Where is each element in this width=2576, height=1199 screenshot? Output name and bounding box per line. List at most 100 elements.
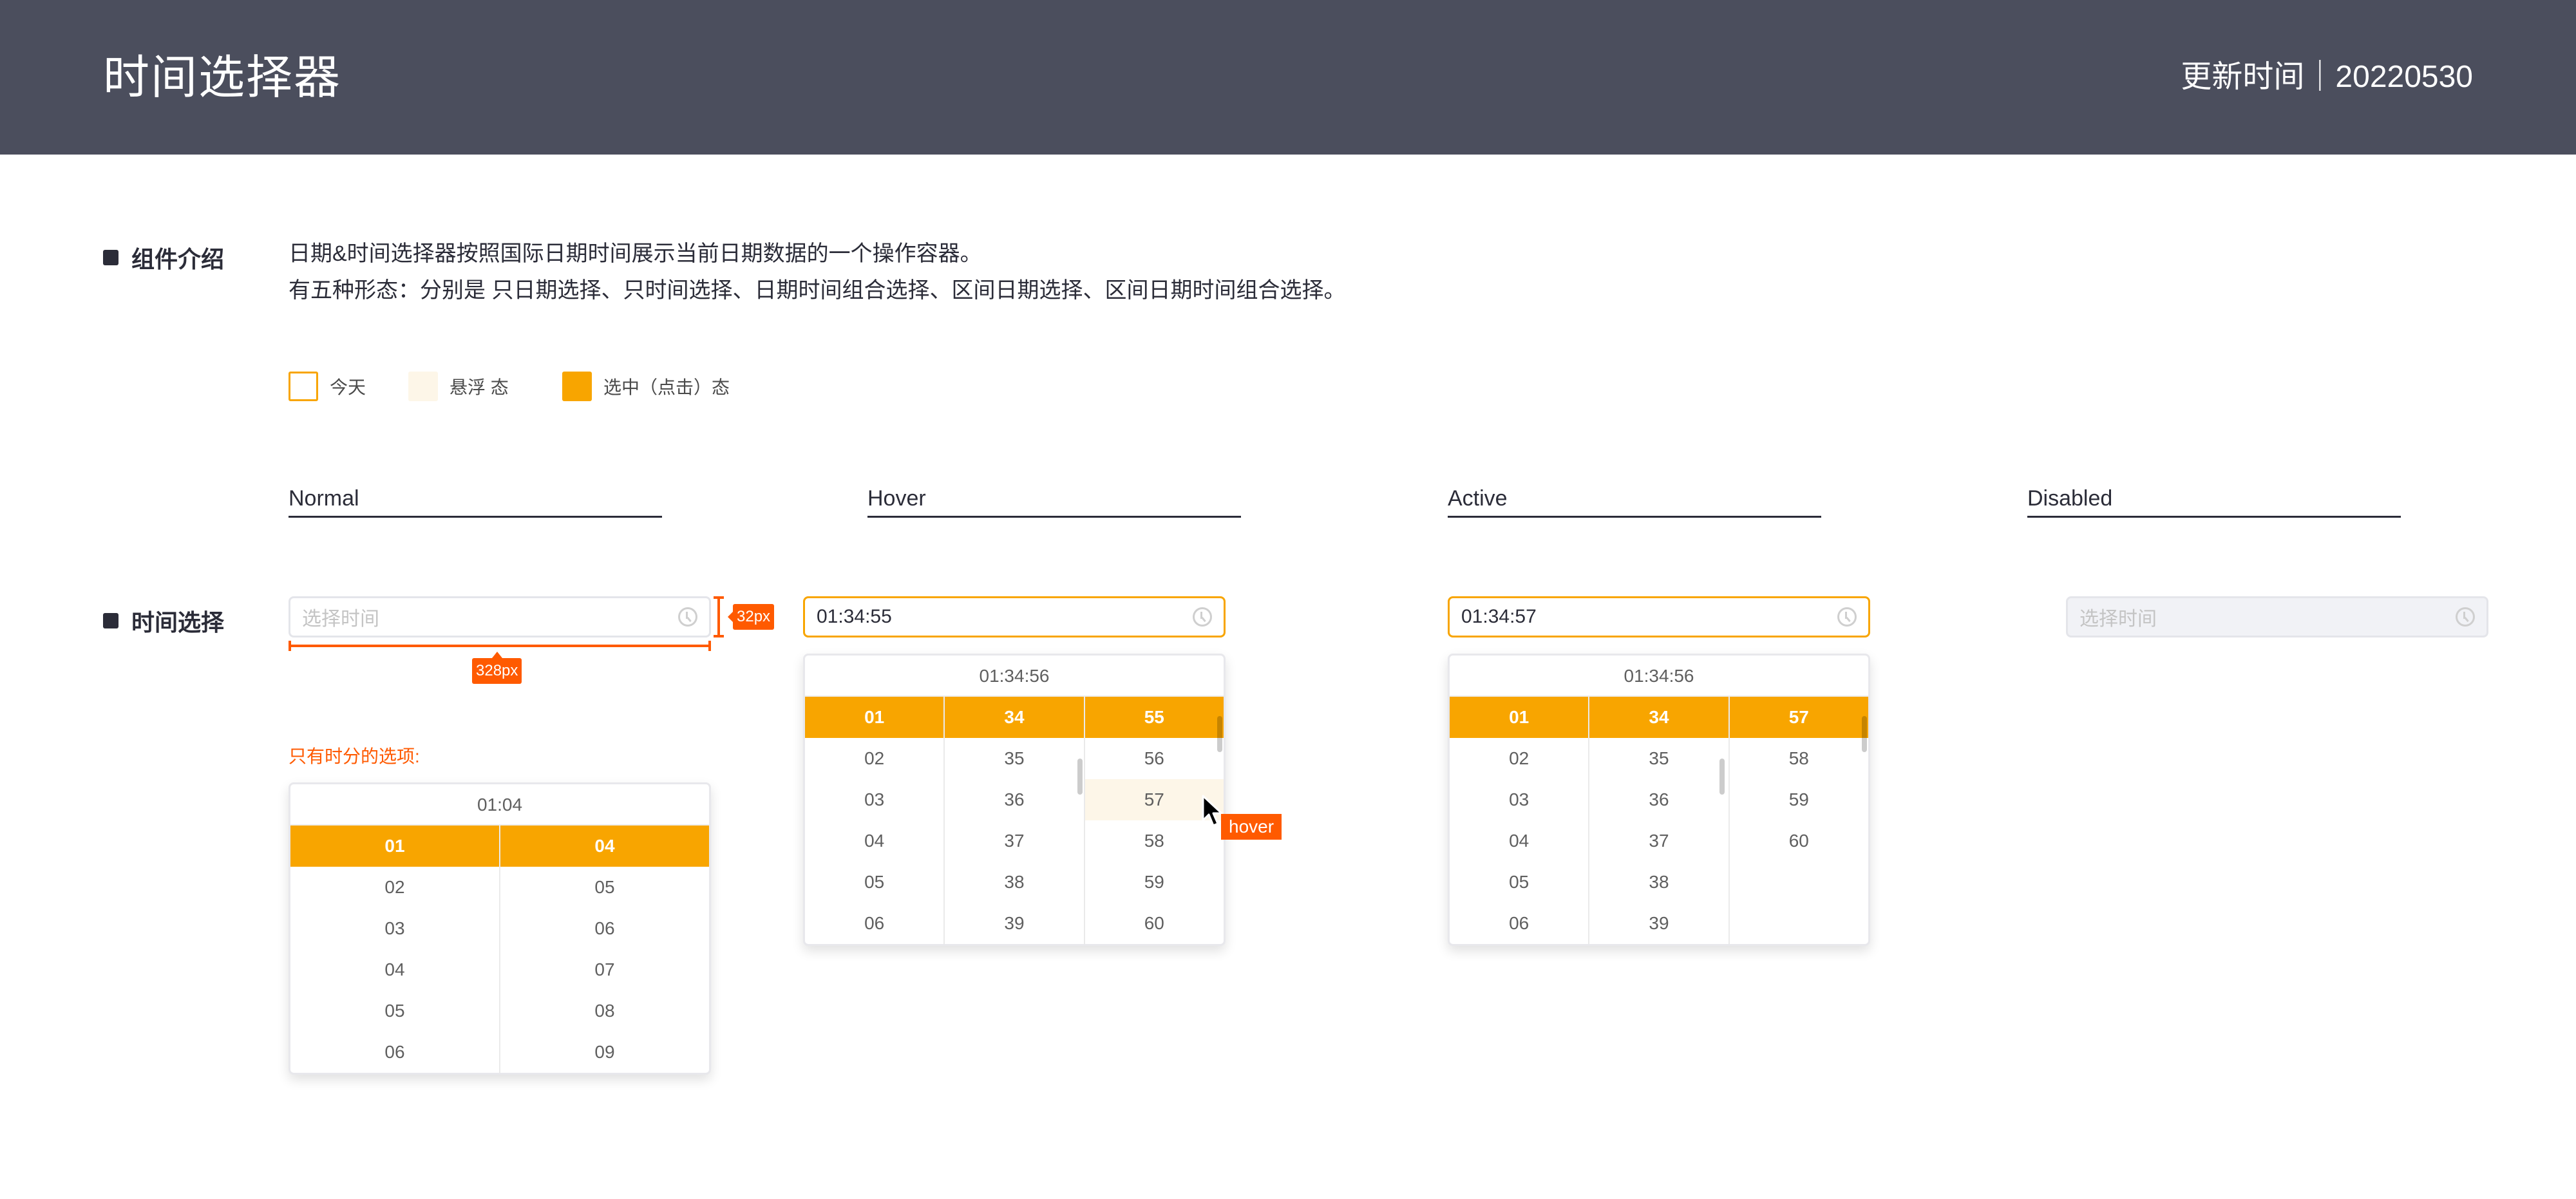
picker-option[interactable]: 02 <box>805 738 943 779</box>
hour-column[interactable]: 01 02 03 04 05 06 <box>805 697 945 944</box>
square-bullet-icon <box>103 613 118 628</box>
legend-hover: 悬浮 态 <box>408 372 509 401</box>
picker-option[interactable]: 35 <box>945 738 1083 779</box>
picker-option[interactable]: 03 <box>290 908 499 949</box>
section-time-title: 时间选择 <box>131 609 225 636</box>
picker-option[interactable]: 60 <box>1085 903 1224 944</box>
minute-column[interactable]: 34 35 36 37 38 39 <box>945 697 1085 944</box>
picker-option[interactable]: 01 <box>805 697 944 738</box>
page-title: 时间选择器 <box>103 52 342 104</box>
picker-option[interactable]: 59 <box>1730 779 1868 820</box>
minute-column[interactable]: 34 35 36 37 38 39 <box>1589 697 1730 944</box>
minute-column[interactable]: 04 05 06 07 08 09 <box>500 826 709 1073</box>
picker-option[interactable]: 36 <box>1589 779 1728 820</box>
picker-empty-cell <box>1730 862 1868 903</box>
width-dimension-line <box>289 645 711 647</box>
hour-column[interactable]: 01 02 03 04 05 06 <box>1450 697 1590 944</box>
picker-option[interactable]: 02 <box>1450 738 1588 779</box>
picker-option[interactable]: 05 <box>1450 862 1588 903</box>
width-dimension-badge: 328px <box>472 652 522 684</box>
time-input-normal[interactable]: 选择时间 <box>289 596 711 637</box>
picker-option[interactable]: 57 <box>1729 697 1868 738</box>
column-header-active: Active <box>1448 484 1821 518</box>
picker-option[interactable]: 39 <box>945 903 1083 944</box>
hover-time-picker: 01:34:56 01 02 03 04 05 06 34 35 36 37 38 39 55 56 5… <box>803 654 1226 946</box>
clock-icon <box>678 607 697 627</box>
legend-hover-label: 悬浮 态 <box>450 377 509 397</box>
width-dimension-tick-left <box>289 641 291 651</box>
active-time-picker: 01:34:56 01 02 03 04 05 06 34 35 36 37 38 39 57 58 5… <box>1448 654 1870 946</box>
selected-swatch-icon <box>562 372 592 401</box>
picker-option[interactable]: 06 <box>290 1032 499 1073</box>
minute-scrollbar[interactable] <box>1719 759 1725 795</box>
picker-option[interactable]: 06 <box>1450 903 1588 944</box>
picker-option[interactable]: 60 <box>1730 820 1868 862</box>
clock-icon <box>2456 607 2475 627</box>
column-header-disabled: Disabled <box>2027 484 2401 518</box>
second-scrollbar[interactable] <box>1217 716 1222 752</box>
minute-scrollbar[interactable] <box>1077 759 1083 795</box>
picker-option[interactable]: 59 <box>1085 862 1224 903</box>
time-input-value: 01:34:55 <box>817 606 892 627</box>
picker-option[interactable]: 04 <box>1450 820 1588 862</box>
intro-line-2: 有五种形态：分别是 只日期选择、只时间选择、日期时间组合选择、区间日期选择、区间… <box>289 278 1346 303</box>
legend-selected-label: 选中（点击）态 <box>603 377 730 397</box>
clock-icon <box>1193 607 1212 627</box>
picker-option[interactable]: 04 <box>500 826 709 867</box>
hour-column[interactable]: 01 02 03 04 05 06 <box>290 826 500 1073</box>
picker-option[interactable]: 04 <box>290 949 499 990</box>
picker-option[interactable]: 08 <box>500 990 709 1032</box>
height-dimension-line <box>717 596 720 637</box>
picker-option[interactable]: 37 <box>945 820 1083 862</box>
picker-option[interactable]: 05 <box>805 862 943 903</box>
second-scrollbar[interactable] <box>1861 716 1867 752</box>
picker-option[interactable]: 37 <box>1589 820 1728 862</box>
clock-icon <box>1837 607 1857 627</box>
picker-header: 01:34:56 <box>1450 656 1868 697</box>
picker-option[interactable]: 04 <box>805 820 943 862</box>
legend-selected: 选中（点击）态 <box>562 372 730 401</box>
picker-option[interactable]: 39 <box>1589 903 1728 944</box>
hour-minute-picker: 01:04 01 02 03 04 05 06 04 05 06 07 08 09 <box>289 782 711 1075</box>
picker-option[interactable]: 01 <box>290 826 499 867</box>
picker-option[interactable]: 09 <box>500 1032 709 1073</box>
picker-option[interactable]: 56 <box>1085 738 1224 779</box>
picker-empty-cell <box>1730 903 1868 944</box>
column-header-normal: Normal <box>289 484 662 518</box>
column-header-hover: Hover <box>867 484 1241 518</box>
hover-swatch-icon <box>408 372 438 401</box>
height-dimension-badge: 32px <box>727 604 775 630</box>
hover-annotation-tag: hover <box>1221 814 1282 840</box>
legend-today: 今天 <box>289 372 366 401</box>
picker-option[interactable]: 02 <box>290 867 499 908</box>
time-input-placeholder: 选择时间 <box>2079 609 2157 630</box>
picker-option[interactable]: 38 <box>945 862 1083 903</box>
picker-option[interactable]: 01 <box>1450 697 1589 738</box>
picker-header: 01:04 <box>290 784 709 826</box>
picker-option[interactable]: 03 <box>805 779 943 820</box>
picker-option[interactable]: 05 <box>290 990 499 1032</box>
section-intro-title: 组件介绍 <box>131 246 225 272</box>
picker-option[interactable]: 36 <box>945 779 1083 820</box>
section-intro-label: 组件介绍 <box>103 241 224 274</box>
time-input-hover[interactable]: 01:34:55 <box>803 596 1226 637</box>
picker-option[interactable]: 03 <box>1450 779 1588 820</box>
picker-option[interactable]: 05 <box>500 867 709 908</box>
picker-option[interactable]: 35 <box>1589 738 1728 779</box>
picker-option[interactable]: 58 <box>1730 738 1868 779</box>
height-dimension-tick-bottom <box>714 635 724 637</box>
picker-option[interactable]: 07 <box>500 949 709 990</box>
picker-option[interactable]: 34 <box>1589 697 1728 738</box>
picker-option[interactable]: 38 <box>1589 862 1728 903</box>
picker-option[interactable]: 06 <box>805 903 943 944</box>
page-header: 时间选择器 更新时间｜20220530 <box>0 0 2576 155</box>
hour-minute-note: 只有时分的选项: <box>289 746 420 766</box>
time-input-active[interactable]: 01:34:57 <box>1448 596 1870 637</box>
update-time: 更新时间｜20220530 <box>2181 60 2473 94</box>
picker-option[interactable]: 34 <box>945 697 1084 738</box>
picker-option[interactable]: 55 <box>1084 697 1224 738</box>
time-input-disabled: 选择时间 <box>2066 596 2488 637</box>
picker-option[interactable]: 06 <box>500 908 709 949</box>
second-column[interactable]: 57 58 59 60 <box>1729 697 1868 944</box>
section-time-label: 时间选择 <box>103 604 224 637</box>
